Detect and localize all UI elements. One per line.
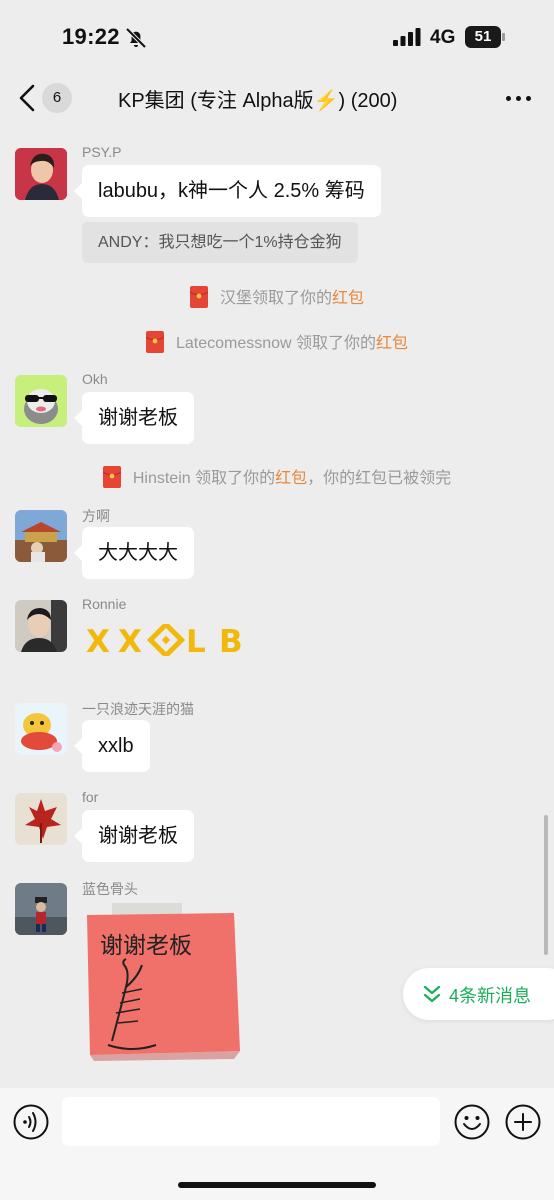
red-envelope-icon (145, 331, 164, 353)
battery-cap (502, 33, 505, 41)
red-packet-link[interactable]: 红包 (275, 470, 307, 487)
new-messages-label: 4条新消息 (449, 986, 532, 1006)
svg-text:X: X (86, 624, 110, 656)
red-envelope-icon (102, 466, 121, 488)
status-time: 19:22 (62, 24, 120, 49)
back-icon[interactable] (18, 84, 36, 112)
battery-level: 51 (474, 28, 492, 45)
avatar-blue-bone-art (15, 883, 67, 935)
avatar-fanga[interactable] (15, 510, 67, 562)
bell-off-icon (125, 27, 147, 49)
system-text: 汉堡领取了你的 (219, 290, 332, 307)
sender-name: Okh (82, 371, 108, 387)
scrollbar[interactable] (544, 815, 548, 955)
sticker-thanks-boss[interactable]: 谢谢老板 (82, 903, 247, 1063)
system-text-suffix: ，你的红包已被领完 (307, 470, 452, 487)
status-bar: 19:22 4G 51 (0, 0, 554, 74)
input-bar (0, 1088, 554, 1200)
sender-name: 方啊 (82, 508, 110, 524)
battery-icon: 51 (465, 26, 505, 48)
avatar-ronnie[interactable] (15, 600, 67, 652)
red-envelope-icon (189, 286, 208, 308)
avatar-blue-bone[interactable] (15, 883, 67, 935)
red-packet-link[interactable]: 红包 (376, 335, 408, 352)
system-text: Hinstein 领取了你的 (132, 470, 276, 487)
unread-count-badge[interactable]: 6 (42, 83, 72, 113)
avatar-for-art (15, 793, 67, 845)
sender-name: Ronnie (82, 596, 127, 612)
message-bubble[interactable]: labubu，k神一个人 2.5% 筹码 (74, 165, 381, 217)
sender-name: 一只浪迹天涯的猫 (82, 701, 194, 717)
voice-icon[interactable] (13, 1104, 49, 1140)
sticker-caption: 谢谢老板 (100, 933, 192, 959)
chat-header: 6 KP集团 (专注 Alpha版⚡️) (200) (0, 74, 554, 122)
sticker-xxlb[interactable]: X X L B (86, 620, 251, 660)
system-message: Latecomessnow 领取了你的红包 (0, 329, 554, 353)
chat-title[interactable]: KP集团 (专注 Alpha版⚡️) (200) (118, 84, 438, 113)
message-input[interactable] (62, 1097, 440, 1146)
system-message: Hinstein 领取了你的红包，你的红包已被领完 (0, 464, 554, 488)
sender-name: PSY.P (82, 144, 122, 160)
avatar-for[interactable] (15, 793, 67, 845)
signal-icon (393, 28, 421, 46)
avatar-cat[interactable] (15, 703, 67, 755)
avatar-ronnie-art (15, 600, 67, 652)
new-messages-button[interactable]: 4条新消息 (403, 968, 554, 1020)
double-chevron-down-icon (423, 985, 441, 1003)
avatar-fanga-art (15, 510, 67, 562)
red-packet-link[interactable]: 红包 (332, 290, 364, 307)
plus-icon[interactable] (505, 1104, 541, 1140)
svg-text:B: B (219, 624, 243, 656)
svg-text:X: X (118, 624, 142, 656)
message-bubble[interactable]: 谢谢老板 (74, 392, 194, 444)
avatar-okh[interactable] (15, 375, 67, 427)
sender-name: 蓝色骨头 (82, 881, 138, 897)
message-bubble[interactable]: 大大大大 (74, 527, 194, 579)
quoted-message[interactable]: ANDY：我只想吃一个1%持仓金狗 (82, 222, 358, 263)
system-message: 汉堡领取了你的红包 (0, 284, 554, 308)
home-indicator (178, 1182, 376, 1188)
sticky-note-sticker-art: 谢谢老板 (87, 903, 240, 1061)
svg-text:L: L (186, 624, 206, 656)
message-bubble[interactable]: 谢谢老板 (74, 810, 194, 862)
binance-logo-icon (146, 620, 186, 660)
system-text: Latecomessnow 领取了你的 (175, 335, 377, 352)
message-bubble[interactable]: xxlb (74, 720, 150, 772)
network-type: 4G (430, 27, 456, 48)
emoji-icon[interactable] (454, 1104, 490, 1140)
avatar-psyp[interactable] (15, 148, 67, 200)
sender-name: for (82, 789, 99, 805)
more-icon[interactable] (506, 96, 532, 102)
avatar-cat-art (15, 703, 67, 755)
avatar-okh-art (15, 375, 67, 427)
avatar-psyp-art (15, 148, 67, 200)
xxlb-sticker-art: X X L B (86, 620, 243, 660)
